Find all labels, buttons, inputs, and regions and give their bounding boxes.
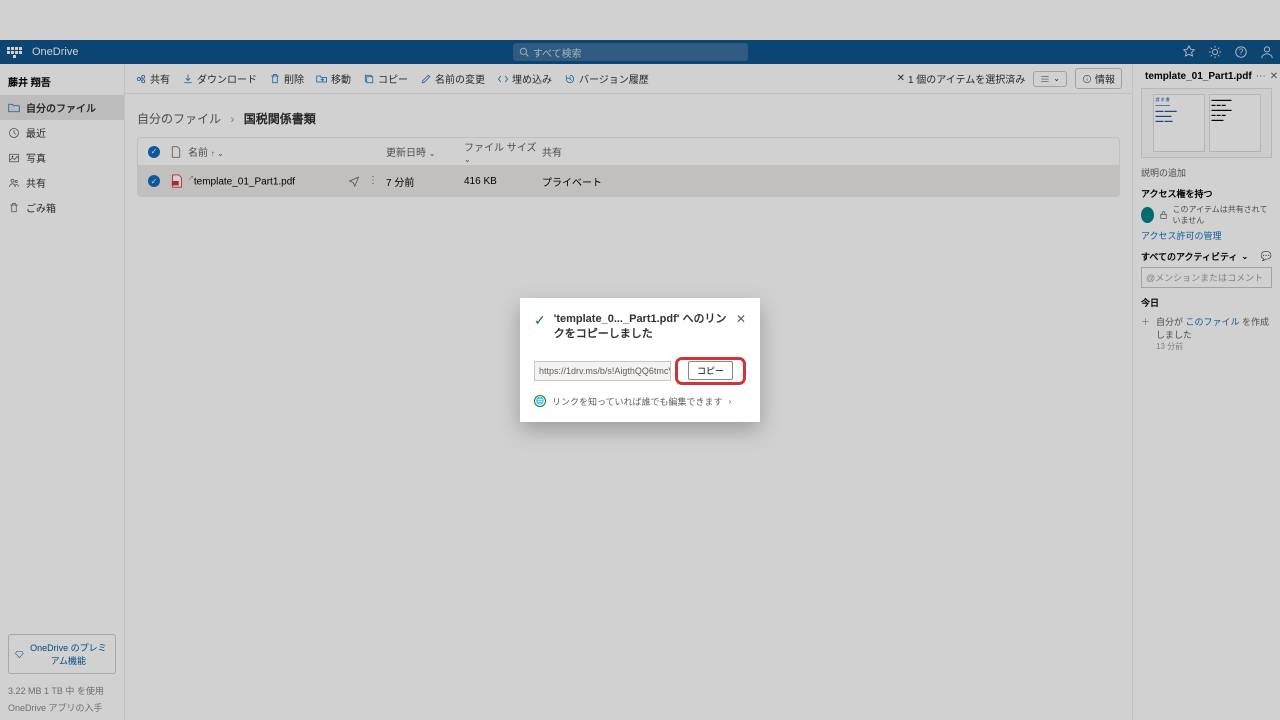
modal-overlay[interactable]: ✓ 'template_0..._Part1.pdf' へのリンクをコピーしまし…	[0, 0, 1280, 720]
link-url-input[interactable]: https://1drv.ms/b/s!AigthQQ6tmcV6d6SmozV…	[534, 361, 671, 381]
dialog-title: 'template_0..._Part1.pdf' へのリンクをコピーしました	[554, 312, 728, 341]
copy-link-button[interactable]: コピー	[675, 357, 746, 385]
permission-setting[interactable]: 🌐 リンクを知っていれば誰でも編集できます ›	[534, 395, 746, 408]
success-check-icon: ✓	[534, 312, 546, 329]
link-copied-dialog: ✓ 'template_0..._Part1.pdf' へのリンクをコピーしまし…	[520, 298, 760, 422]
globe-icon: 🌐	[534, 395, 546, 407]
close-dialog-icon[interactable]: ✕	[736, 312, 746, 326]
